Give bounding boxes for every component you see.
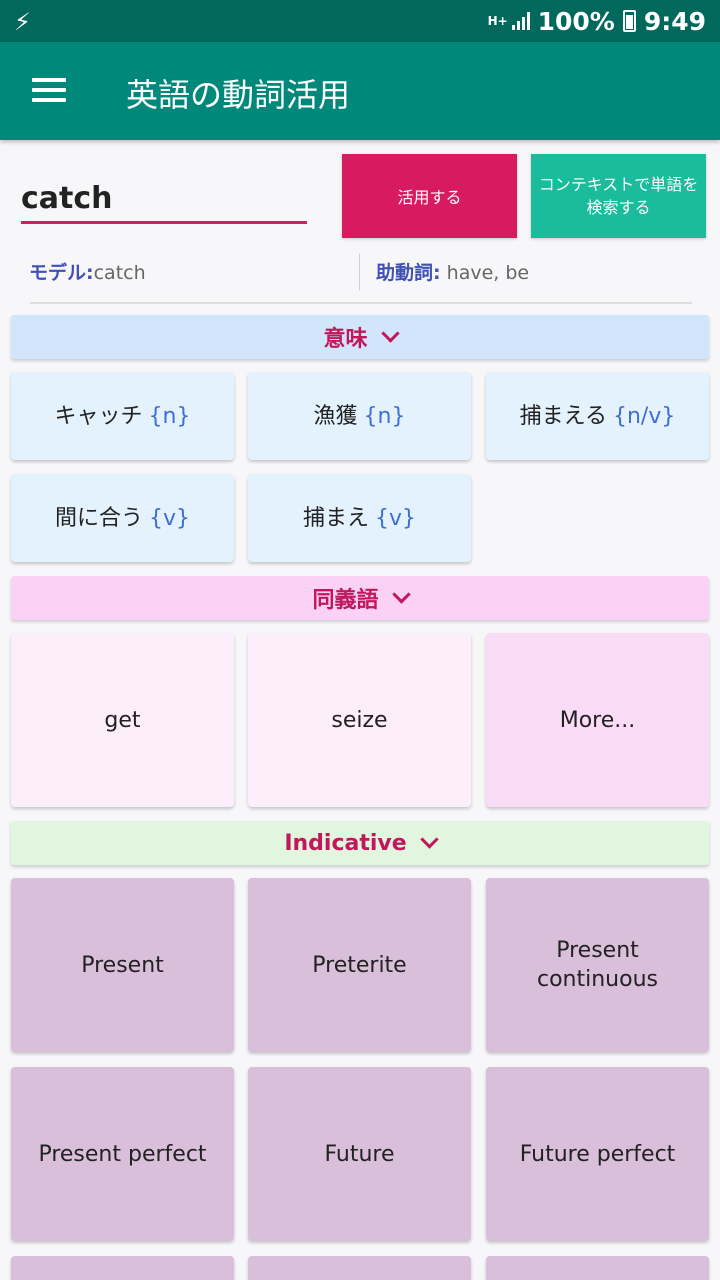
more-synonyms-button[interactable]: More... bbox=[486, 633, 709, 807]
auxiliary-value: have, be bbox=[446, 262, 530, 284]
context-search-button[interactable]: コンテキストで単語を検索する bbox=[531, 154, 706, 238]
battery-icon bbox=[622, 10, 636, 32]
meanings-section-header[interactable]: 意味 bbox=[11, 315, 709, 359]
meaning-word: 捕まえる bbox=[519, 403, 607, 429]
meaning-word: 漁獲 bbox=[313, 403, 358, 429]
tense-card-present[interactable]: Present bbox=[11, 878, 234, 1052]
meaning-tag: {v} bbox=[375, 505, 417, 531]
meaning-word: キャッチ bbox=[54, 403, 143, 429]
tense-card-future-perfect[interactable]: Future perfect bbox=[486, 1067, 709, 1241]
synonyms-section-header[interactable]: 同義語 bbox=[11, 576, 709, 620]
network-type: H+ bbox=[487, 13, 508, 28]
tense-card-present-perfect[interactable]: Present perfect bbox=[11, 1067, 234, 1241]
tense-card-partial[interactable] bbox=[486, 1256, 709, 1280]
model-info: モデル:catch bbox=[29, 258, 146, 285]
meanings-title: 意味 bbox=[323, 327, 368, 352]
auxiliary-label: 助動詞: bbox=[376, 262, 441, 284]
chevron-down-icon bbox=[391, 584, 411, 604]
tense-card-present-continuous[interactable]: Present continuous bbox=[486, 878, 709, 1052]
meaning-card[interactable]: 間に合う {v} bbox=[11, 474, 234, 562]
app-title: 英語の動詞活用 bbox=[126, 76, 351, 114]
battery-percent: 100% bbox=[537, 6, 615, 36]
clock: 9:49 bbox=[643, 6, 706, 36]
meaning-card[interactable]: キャッチ {n} bbox=[11, 372, 234, 460]
tense-card-future[interactable]: Future bbox=[248, 1067, 471, 1241]
signal-icon bbox=[511, 12, 530, 30]
chevron-down-icon bbox=[380, 323, 400, 343]
meaning-tag: {n} bbox=[363, 403, 406, 429]
meaning-tag: {v} bbox=[149, 505, 191, 531]
meaning-word: 間に合う bbox=[54, 505, 143, 531]
tense-card-partial[interactable] bbox=[248, 1256, 471, 1280]
synonym-card[interactable]: seize bbox=[248, 633, 471, 807]
charging-bolt-icon: ⚡ bbox=[14, 8, 31, 36]
indicative-title: Indicative bbox=[284, 830, 407, 856]
indicative-section-header[interactable]: Indicative bbox=[11, 821, 709, 865]
app-bar: 英語の動詞活用 bbox=[0, 42, 720, 140]
meaning-tag: {n} bbox=[148, 403, 191, 429]
meaning-card[interactable]: 捕まえ {v} bbox=[248, 474, 471, 562]
conjugate-button[interactable]: 活用する bbox=[342, 154, 517, 238]
meaning-card[interactable]: 漁獲 {n} bbox=[248, 372, 471, 460]
status-bar: ⚡ H+ 100% 9:49 bbox=[0, 0, 720, 42]
model-value: catch bbox=[93, 262, 146, 284]
meaning-word: 捕まえ bbox=[302, 505, 369, 531]
menu-icon[interactable] bbox=[32, 78, 66, 102]
tense-card-partial[interactable] bbox=[11, 1256, 234, 1280]
info-divider bbox=[359, 254, 360, 290]
meaning-card[interactable]: 捕まえる {n/v} bbox=[486, 372, 709, 460]
synonym-card[interactable]: get bbox=[11, 633, 234, 807]
divider bbox=[30, 302, 692, 304]
synonyms-title: 同義語 bbox=[312, 588, 379, 613]
status-indicators: H+ 100% 9:49 bbox=[488, 5, 706, 37]
auxiliary-info: 助動詞: have, be bbox=[376, 258, 529, 285]
tense-card-preterite[interactable]: Preterite bbox=[248, 878, 471, 1052]
chevron-down-icon bbox=[419, 829, 439, 849]
model-label: モデル: bbox=[29, 262, 94, 284]
verb-input[interactable] bbox=[21, 176, 307, 224]
meaning-tag: {n/v} bbox=[612, 403, 676, 429]
